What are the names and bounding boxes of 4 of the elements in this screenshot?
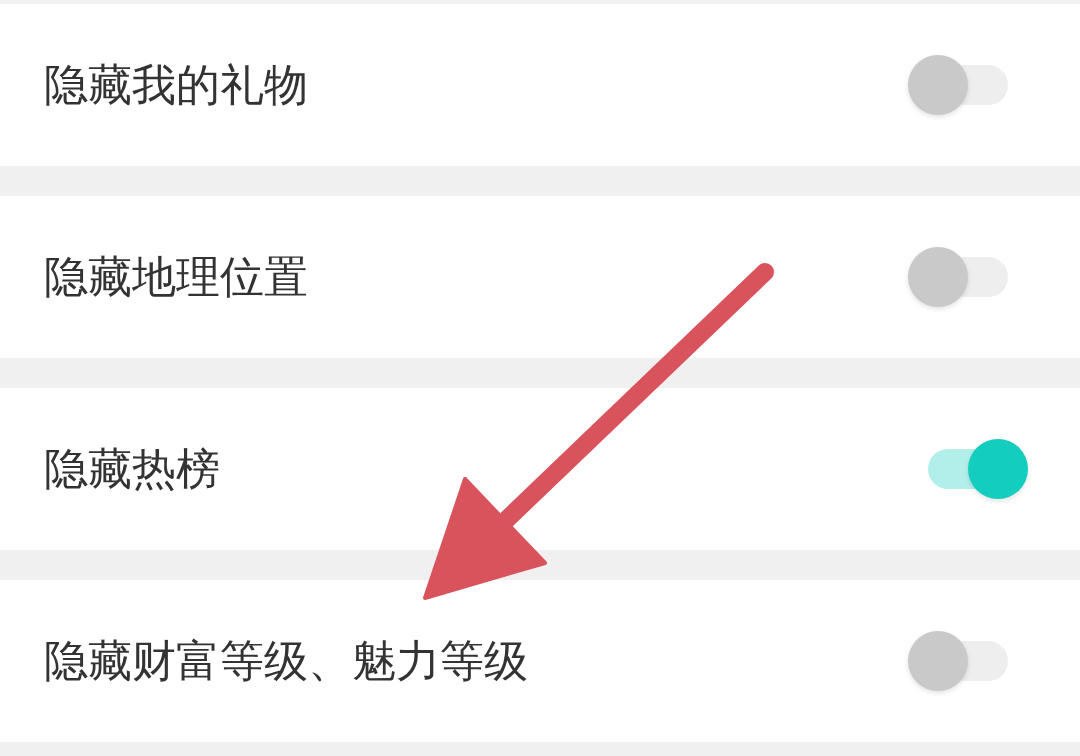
setting-label: 隐藏热榜 <box>44 442 220 496</box>
setting-label: 隐藏我的礼物 <box>44 58 308 112</box>
setting-label: 隐藏财富等级、魅力等级 <box>44 634 528 688</box>
setting-label: 隐藏地理位置 <box>44 250 308 304</box>
